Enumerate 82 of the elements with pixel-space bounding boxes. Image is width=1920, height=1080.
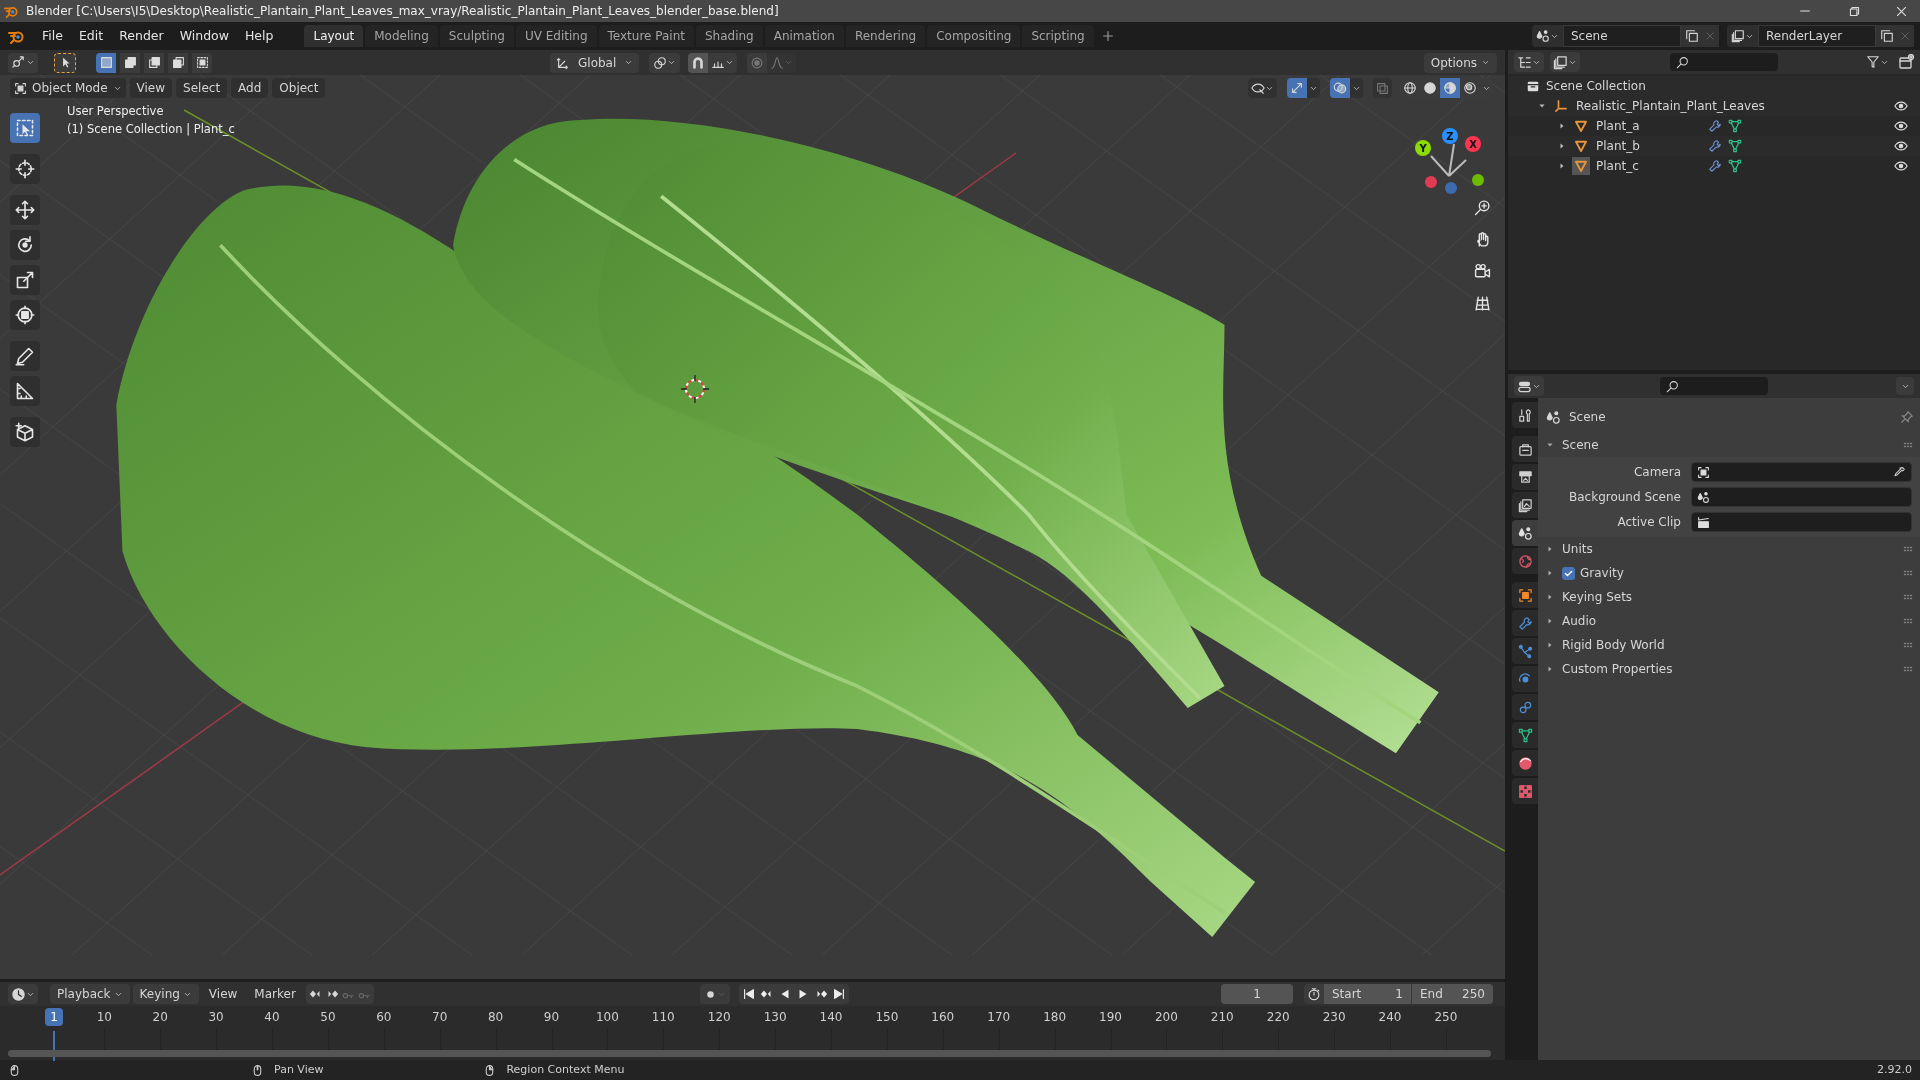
workspace-tab[interactable]: Texture Paint (598, 25, 694, 47)
frame-number: 120 (706, 1009, 732, 1026)
outliner-item[interactable]: Plant_a (1596, 117, 1666, 135)
menu-item[interactable]: Help (236, 25, 282, 47)
workspace-tab[interactable]: Animation (764, 25, 844, 47)
window-title: Blender [C:\Users\I5\Desktop\Realistic_Plantain_Plant_Leaves_max_vray/Realistic_Plantain_Plant_Leaves_blender_base.blend] (26, 3, 779, 20)
outliner-item[interactable]: Scene Collection (1546, 77, 1646, 95)
scene-field[interactable]: Scene (1563, 25, 1681, 47)
frame-number: 210 (1209, 1009, 1235, 1026)
axis-handle[interactable]: Y (1415, 140, 1431, 156)
workspace-tab[interactable]: Rendering (845, 25, 926, 47)
panel-header[interactable]: Units (1562, 540, 1593, 558)
workspace-tab[interactable]: Shading (695, 25, 763, 47)
mode-dropdown[interactable]: Object Mode (10, 78, 126, 98)
frame-number: 30 (207, 1009, 225, 1026)
panel-header[interactable]: Keying Sets (1562, 588, 1633, 606)
frame-number: 90 (542, 1009, 561, 1026)
frame-number: 160 (930, 1009, 956, 1026)
frame-number: 180 (1042, 1009, 1068, 1026)
frame-number[interactable]: 1 (45, 1008, 63, 1026)
frame-number: 60 (375, 1009, 393, 1026)
field-label: Background Scene (1568, 489, 1682, 506)
frame-number: 230 (1321, 1009, 1347, 1026)
axis-handle[interactable]: X (1465, 136, 1481, 152)
field-label: Active Clip (1616, 514, 1682, 531)
workspace-tab[interactable]: Scripting (1022, 25, 1094, 47)
orientation-dropdown[interactable]: Global (550, 52, 640, 73)
frame-number: 100 (594, 1009, 620, 1026)
frame-number: 110 (650, 1009, 676, 1026)
workspace-tab[interactable]: Compositing (927, 25, 1021, 47)
viewport-info-text: (1) Scene Collection | Plant_c (67, 121, 235, 138)
frame-number: 250 (1433, 1009, 1459, 1026)
viewport-info-text: User Perspective (67, 103, 165, 120)
frame-number: 20 (151, 1009, 169, 1026)
context-title: Scene (1569, 409, 1606, 426)
menu-item[interactable]: View (129, 78, 173, 98)
menu-item[interactable]: Select (176, 78, 228, 98)
end-frame-field[interactable]: End 250 (1411, 984, 1493, 1004)
workspace-tab[interactable]: Modeling (365, 25, 438, 47)
frame-number: 50 (319, 1009, 337, 1026)
version-label: 2.92.0 (1877, 1061, 1912, 1078)
menu-item[interactable]: Object (272, 78, 326, 98)
frame-number: 70 (431, 1009, 449, 1026)
frame-number: 240 (1377, 1009, 1403, 1026)
menu-item[interactable]: File (34, 25, 71, 47)
frame-number: 140 (818, 1009, 844, 1026)
workspace-tab[interactable]: Sculpting (439, 25, 514, 47)
status-hint: Pan View (274, 1061, 324, 1078)
frame-number: 190 (1098, 1009, 1123, 1026)
outliner-item[interactable]: Realistic_Plantain_Plant_Leaves (1576, 97, 1765, 115)
frame-number: 200 (1153, 1009, 1179, 1026)
menu-item[interactable]: Add (231, 78, 269, 98)
frame-number: 220 (1265, 1009, 1291, 1026)
frame-number: 40 (263, 1009, 281, 1026)
current-frame-field[interactable]: 1 (1221, 984, 1293, 1004)
start-frame-field[interactable]: Start 1 (1324, 984, 1411, 1004)
axis-handle[interactable]: Z (1442, 128, 1458, 144)
menu-item[interactable]: Playback (50, 984, 130, 1004)
menu-item[interactable]: Marker (247, 984, 303, 1004)
frame-number: 150 (874, 1009, 900, 1026)
panel-header[interactable]: Audio (1562, 612, 1597, 630)
menu-item[interactable]: Render (111, 25, 172, 47)
options-dropdown[interactable]: Options (1423, 52, 1497, 73)
status-hint: Region Context Menu (506, 1061, 625, 1078)
workspace-tab[interactable]: Layout (304, 25, 364, 47)
workspace-tab[interactable]: UV Editing (515, 25, 597, 47)
outliner-item[interactable]: Plant_c (1596, 157, 1666, 175)
menu-item[interactable]: View (201, 984, 245, 1004)
panel-header[interactable]: Scene (1562, 436, 1599, 454)
menu-item[interactable]: Edit (70, 25, 112, 47)
view-layer-field[interactable]: RenderLayer (1758, 25, 1876, 47)
field-label: Camera (1632, 464, 1682, 481)
frame-number: 130 (762, 1009, 788, 1026)
frame-number: 10 (95, 1009, 113, 1026)
frame-number: 80 (486, 1009, 505, 1026)
menu-item[interactable]: Window (171, 25, 237, 47)
panel-header[interactable]: Rigid Body World (1562, 636, 1665, 654)
panel-header[interactable]: Custom Properties (1562, 660, 1673, 678)
outliner-item[interactable]: Plant_b (1596, 137, 1666, 155)
menu-item[interactable]: Keying (132, 984, 199, 1004)
panel-header[interactable]: Gravity (1580, 564, 1624, 582)
frame-number: 170 (986, 1009, 1012, 1026)
